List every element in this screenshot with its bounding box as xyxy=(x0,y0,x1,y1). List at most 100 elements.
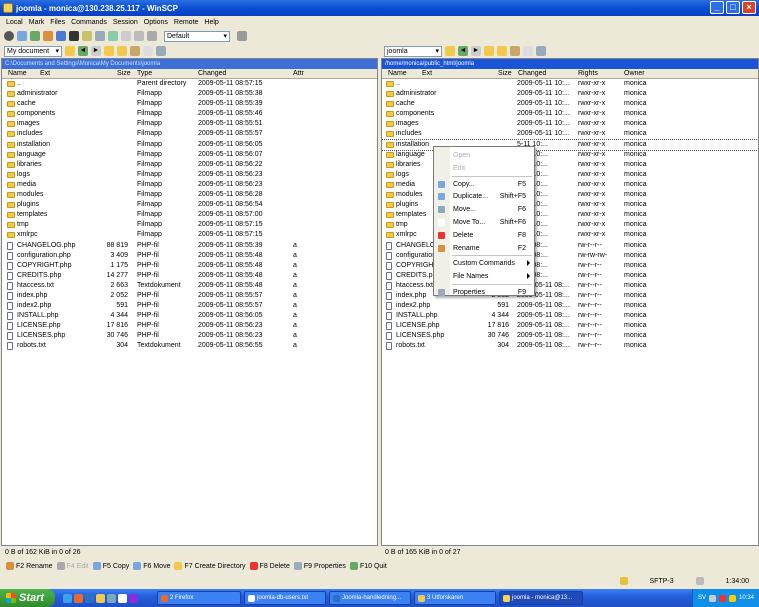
menu-local[interactable]: Local xyxy=(6,19,23,26)
folder-row[interactable]: administrator Filmapp 2009-05-11 08:55:38 xyxy=(2,89,377,99)
left-drive-select[interactable]: My document ▾ xyxy=(4,45,62,57)
synchronize-icon[interactable] xyxy=(30,31,40,41)
explorer-icon[interactable] xyxy=(56,31,66,41)
language-indicator[interactable]: SV xyxy=(698,595,706,601)
find-icon[interactable] xyxy=(156,46,166,56)
col-ext[interactable]: Ext xyxy=(40,70,50,77)
menu-options[interactable]: Options xyxy=(144,19,168,26)
folder-row[interactable]: modules Filmapp 2009-05-11 08:56:28 xyxy=(2,190,377,200)
open-folder-icon[interactable] xyxy=(65,46,75,56)
fkey-f9[interactable]: F9 Properties xyxy=(293,562,346,570)
sort-icon[interactable] xyxy=(95,31,105,41)
folder-row[interactable]: language Filmapp 2009-05-11 08:56:07 xyxy=(2,150,377,160)
folder-row[interactable]: cache 2009-05-11 10:... rwxr-xr-x monica xyxy=(382,99,758,109)
folder-icon[interactable] xyxy=(96,593,105,603)
file-row[interactable]: LICENSE.php 17 816 PHP-fil 2009-05-11 08:56… xyxy=(2,321,377,331)
menu-session[interactable]: Session xyxy=(113,19,138,26)
col-rights[interactable]: Rights xyxy=(578,70,598,77)
volume-icon[interactable] xyxy=(728,594,736,602)
folder-row[interactable]: logs Filmapp 2009-05-11 08:56:23 xyxy=(2,170,377,180)
root-dir-icon[interactable] xyxy=(497,46,507,56)
title-bar[interactable]: joomla - monica@130.238.25.117 - WinSCP … xyxy=(0,0,759,16)
folder-row[interactable]: .. 2009-05-11 10:... rwxr-xr-x monica xyxy=(382,79,758,89)
back-icon[interactable]: ◄ xyxy=(78,46,88,56)
fkey-f6[interactable]: F6 Move xyxy=(133,562,170,570)
add-icon[interactable] xyxy=(108,31,118,41)
folder-row[interactable]: cache Filmapp 2009-05-11 08:55:39 xyxy=(2,99,377,109)
col-type[interactable]: Type xyxy=(137,70,152,77)
taskbar-button[interactable]: 2 Firefox xyxy=(157,591,241,605)
root-dir-icon[interactable] xyxy=(117,46,127,56)
menu-item-duplicate[interactable]: Duplicate... Shift+F5 xyxy=(434,190,534,202)
parent-dir-icon[interactable] xyxy=(484,46,494,56)
folder-row[interactable]: components 2009-05-11 10:... rwxr-xr-x moni… xyxy=(382,109,758,119)
menu-item-custom-commands[interactable]: Custom Commands xyxy=(434,257,534,269)
folder-row[interactable]: images Filmapp 2009-05-11 08:55:51 xyxy=(2,119,377,129)
file-row[interactable]: index2.php 591 PHP-fil 2009-05-11 08:55:57 a xyxy=(2,301,377,311)
file-row[interactable]: LICENSE.php 17 816 2009-05-11 08:... rw-r--… xyxy=(382,321,758,331)
folder-row[interactable]: includes 2009-05-11 10:... rwxr-xr-x monica xyxy=(382,129,758,139)
col-owner[interactable]: Owner xyxy=(624,70,645,77)
media-icon[interactable] xyxy=(107,593,116,603)
parent-dir-icon[interactable] xyxy=(104,46,114,56)
folder-row[interactable]: includes Filmapp 2009-05-11 08:55:57 xyxy=(2,129,377,139)
taskbar-button[interactable]: joomla-db-users.txt xyxy=(244,591,326,605)
col-name[interactable]: Name xyxy=(388,70,407,77)
local-panel[interactable]: C:\Documents and Settings\Monica\My Docu… xyxy=(1,58,378,546)
fkey-f2[interactable]: F2 Rename xyxy=(6,562,53,570)
folder-row[interactable]: media Filmapp 2009-05-11 08:56:23 xyxy=(2,180,377,190)
outlook-icon[interactable] xyxy=(85,593,94,603)
home-icon[interactable] xyxy=(510,46,520,56)
folder-row[interactable]: administrator 2009-05-11 10:... rwxr-xr-x m… xyxy=(382,89,758,99)
col-changed[interactable]: Changed xyxy=(198,70,226,77)
app-icon[interactable] xyxy=(129,593,138,603)
col-size[interactable]: Size xyxy=(117,70,131,77)
menu-item-move-to[interactable]: Move To... Shift+F6 xyxy=(434,216,534,228)
forward-icon[interactable]: ► xyxy=(471,46,481,56)
menu-remote[interactable]: Remote xyxy=(174,19,199,26)
taskbar-button[interactable]: joomla - monica@13... xyxy=(499,591,583,605)
file-row[interactable]: htaccess.txt 2 663 Textdokument 2009-05-11 … xyxy=(2,281,377,291)
col-changed[interactable]: Changed xyxy=(518,70,546,77)
col-name[interactable]: Name xyxy=(8,70,27,77)
home-icon[interactable] xyxy=(130,46,140,56)
console-icon[interactable] xyxy=(69,31,79,41)
maximize-icon[interactable]: □ xyxy=(726,1,740,14)
ie-icon[interactable] xyxy=(63,593,72,603)
file-row[interactable]: CREDITS.php 14 277 PHP-fil 2009-05-11 08:55… xyxy=(2,271,377,281)
fkey-f7[interactable]: F7 Create Directory xyxy=(174,562,246,570)
firefox-icon[interactable] xyxy=(74,593,83,603)
taskbar-button[interactable]: 3 Utforskaren xyxy=(414,591,496,605)
compare-icon[interactable] xyxy=(43,31,53,41)
folder-row[interactable]: libraries Filmapp 2009-05-11 08:56:22 xyxy=(2,160,377,170)
folder-row[interactable]: tmp Filmapp 2009-05-11 08:57:15 xyxy=(2,220,377,230)
security-icon[interactable] xyxy=(718,594,726,602)
menu-item-file-names[interactable]: File Names xyxy=(434,270,534,282)
fkey-f5[interactable]: F5 Copy xyxy=(92,562,129,570)
clock[interactable]: 10:34 xyxy=(739,595,754,601)
open-folder-icon[interactable] xyxy=(445,46,455,56)
menu-item-delete[interactable]: Delete F8 xyxy=(434,229,534,241)
folder-row[interactable]: templates Filmapp 2009-05-11 08:57:00 xyxy=(2,210,377,220)
menu-mark[interactable]: Mark xyxy=(29,19,45,26)
file-row[interactable]: index.php 2 052 PHP-fil 2009-05-11 08:55:57… xyxy=(2,291,377,301)
file-row[interactable]: INSTALL.php 4 344 2009-05-11 08:... rw-r--r… xyxy=(382,311,758,321)
start-button[interactable]: Start xyxy=(0,589,55,607)
menu-item-copy[interactable]: Copy... F5 xyxy=(434,178,534,190)
file-row[interactable]: COPYRIGHT.php 1 175 PHP-fil 2009-05-11 08:5… xyxy=(2,261,377,271)
preferences-icon[interactable] xyxy=(4,31,14,41)
close-icon[interactable]: × xyxy=(742,1,756,14)
menu-help[interactable]: Help xyxy=(204,19,218,26)
forward-icon[interactable]: ► xyxy=(91,46,101,56)
folder-row[interactable]: .. Parent directory 2009-05-11 08:57:15 xyxy=(2,79,377,89)
remove-icon[interactable] xyxy=(121,31,131,41)
minimize-icon[interactable]: _ xyxy=(710,1,724,14)
taskbar-button[interactable]: Joomla-handledning... xyxy=(329,591,411,605)
menu-item-rename[interactable]: Rename F2 xyxy=(434,242,534,254)
right-folder-select[interactable]: joomla ▾ xyxy=(384,45,442,57)
transfer-options-icon[interactable] xyxy=(237,31,247,41)
menu-commands[interactable]: Commands xyxy=(71,19,107,26)
col-attr[interactable]: Attr xyxy=(293,70,304,77)
folder-row[interactable]: components Filmapp 2009-05-11 08:55:46 xyxy=(2,109,377,119)
menu-item-move[interactable]: Move... F6 xyxy=(434,203,534,215)
